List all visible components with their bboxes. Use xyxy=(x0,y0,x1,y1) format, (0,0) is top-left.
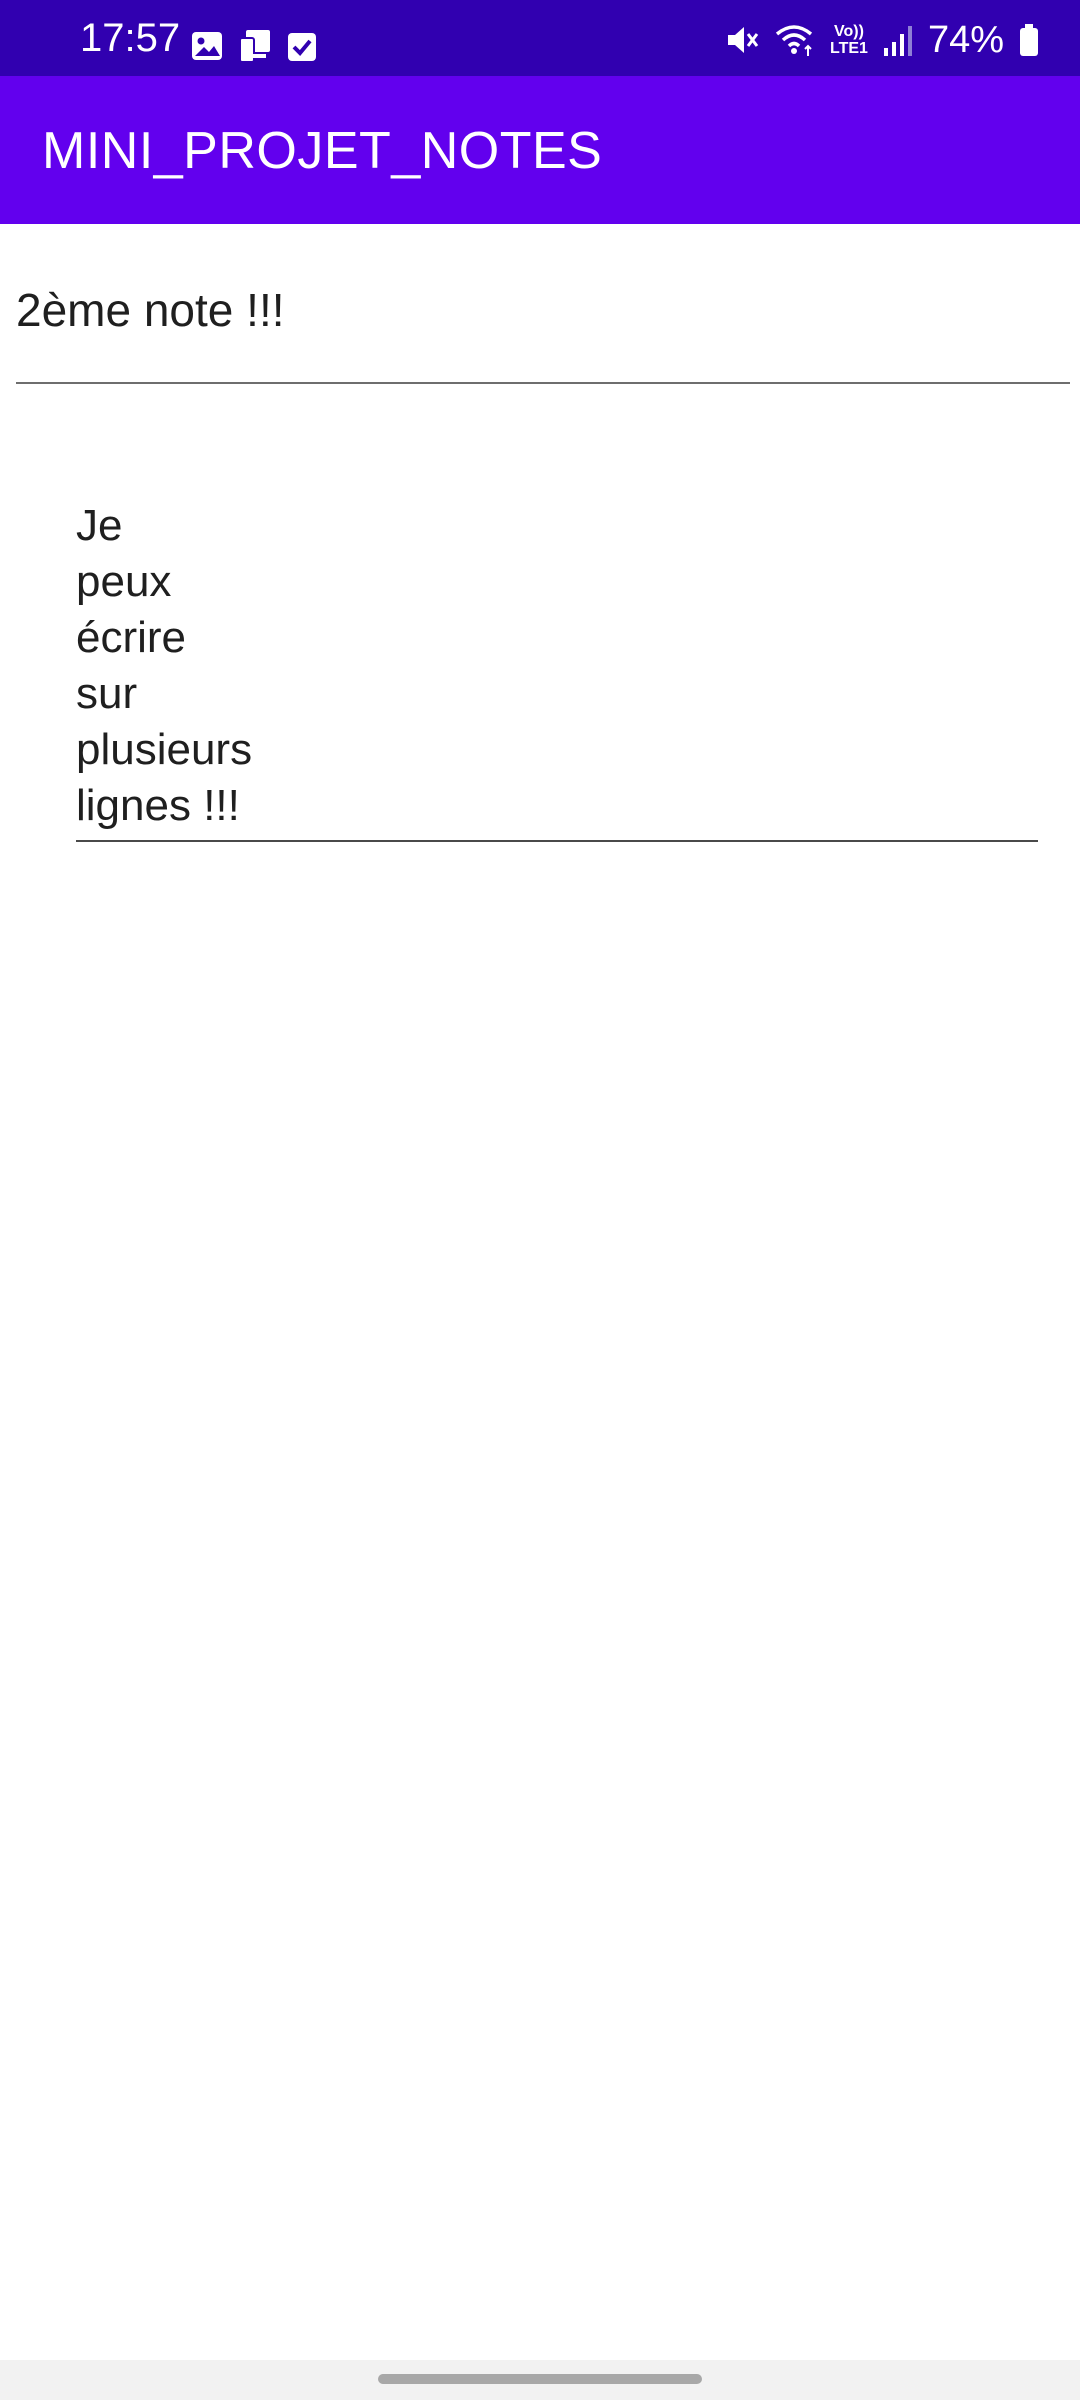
note-title-field[interactable]: 2ème note !!! xyxy=(16,270,1070,384)
content-line: plusieurs xyxy=(76,725,253,774)
checkbox-icon xyxy=(286,29,318,63)
battery-percent: 74% xyxy=(927,19,1004,61)
app-bar: MINI_PROJET_NOTES xyxy=(0,76,1080,224)
status-system-icons: Vo)) LTE1 74% xyxy=(724,18,1040,62)
volte-icon: Vo)) LTE1 xyxy=(830,23,868,57)
content-line: peux xyxy=(76,557,172,606)
status-notification-icons xyxy=(190,28,318,64)
wifi-icon xyxy=(774,22,816,58)
content-line: Je xyxy=(76,501,123,550)
volte-bottom-label: LTE1 xyxy=(830,40,868,57)
battery-icon xyxy=(1018,22,1040,58)
content-line: écrire xyxy=(76,613,187,662)
content-line: sur xyxy=(76,669,138,718)
volte-top-label: Vo)) xyxy=(834,23,864,40)
content-line: lignes !!! xyxy=(76,781,240,830)
app-title: MINI_PROJET_NOTES xyxy=(42,122,603,180)
device-icon xyxy=(236,28,274,64)
home-gesture-handle[interactable] xyxy=(378,2374,702,2384)
status-bar: 17:57 Vo)) LTE1 74% xyxy=(0,0,1080,76)
note-content-field[interactable]: Je peux écrire sur plusieurs lignes !!! xyxy=(76,498,1038,842)
status-time: 17:57 xyxy=(80,16,181,60)
image-icon xyxy=(190,29,224,63)
note-title-text: 2ème note !!! xyxy=(16,284,285,336)
navigation-bar xyxy=(0,2360,1080,2400)
mute-icon xyxy=(724,22,760,58)
signal-icon xyxy=(882,22,914,58)
